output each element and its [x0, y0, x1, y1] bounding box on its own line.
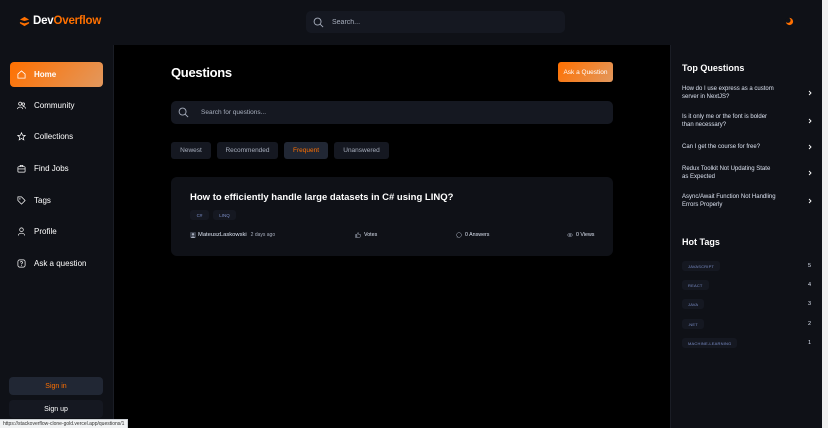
- users-icon: [17, 101, 26, 110]
- hot-tag-count: 2: [807, 321, 811, 327]
- chevron-right-icon: [808, 118, 812, 124]
- hot-tag-count: 3: [807, 301, 811, 307]
- filter-newest[interactable]: Newest: [171, 142, 211, 159]
- hot-tag-name: JAVA: [682, 299, 705, 309]
- ask-question-button[interactable]: Ask a Question: [558, 62, 613, 82]
- hot-tag-name: REACT: [682, 280, 709, 290]
- filter-frequent[interactable]: Frequent: [284, 142, 328, 159]
- right-sidebar: Top Questions How do I use express as a …: [670, 45, 822, 428]
- sign-in-button[interactable]: Sign in: [9, 377, 103, 395]
- hot-tag-item[interactable]: JAVA 3: [682, 299, 811, 309]
- views-metric: 0 Views: [567, 232, 594, 238]
- sidebar-item-label: Ask a question: [34, 259, 87, 268]
- question-title[interactable]: How to efficiently handle large datasets…: [190, 192, 453, 203]
- top-question-item[interactable]: Is it only me or the font is bolder than…: [682, 113, 813, 129]
- sidebar-item-label: Home: [34, 70, 57, 79]
- hot-tag-item[interactable]: MACHINE-LEARNING 1: [682, 338, 811, 348]
- page-title: Questions: [171, 65, 232, 80]
- star-icon: [17, 132, 26, 141]
- hot-tag-item[interactable]: REACT 4: [682, 280, 811, 290]
- hot-tag-item[interactable]: JAVASCRIPT 5: [682, 261, 811, 271]
- answers-label: 0 Answers: [465, 232, 490, 238]
- author-name: MateuszLaskowski: [198, 232, 247, 238]
- question-author[interactable]: MateuszLaskowski 2 days ago: [190, 232, 275, 238]
- chevron-right-icon: [808, 198, 812, 204]
- hot-tag-name: JAVASCRIPT: [682, 261, 721, 271]
- sidebar-item-label: Tags: [34, 196, 51, 205]
- sidebar-item-label: Profile: [34, 227, 57, 236]
- hot-tag-item[interactable]: .NET 2: [682, 319, 811, 329]
- main-content: Questions Ask a Question Newest Recommen…: [114, 45, 670, 428]
- sign-up-button[interactable]: Sign up: [9, 400, 103, 418]
- question-time: 2 days ago: [250, 232, 276, 238]
- sidebar-item-home[interactable]: Home: [10, 62, 103, 87]
- question-mark-icon: [17, 259, 26, 268]
- hot-tag-count: 5: [807, 263, 811, 269]
- top-question-item[interactable]: Redux Toolkit Not Updating State as Expe…: [682, 165, 813, 181]
- top-question-text: Async/Await Function Not Handling Errors…: [682, 194, 776, 208]
- filter-unanswered[interactable]: Unanswered: [334, 142, 389, 159]
- tag-icon: [17, 196, 26, 205]
- views-label: 0 Views: [576, 232, 595, 238]
- sidebar-item-label: Community: [34, 101, 75, 110]
- global-search[interactable]: [306, 11, 565, 33]
- user-icon: [17, 227, 26, 236]
- filter-recommended[interactable]: Recommended: [217, 142, 278, 159]
- vertical-scrollbar[interactable]: [822, 0, 828, 428]
- global-search-input[interactable]: [332, 18, 532, 26]
- sidebar-item-profile[interactable]: Profile: [10, 219, 103, 244]
- like-icon: [355, 232, 361, 238]
- logo-text: DevOverflow: [33, 15, 101, 27]
- logo-icon: [19, 16, 30, 26]
- top-question-item[interactable]: How do I use express as a custom server …: [682, 85, 813, 101]
- top-question-item[interactable]: Async/Await Function Not Handling Errors…: [682, 193, 813, 209]
- sidebar-item-ask-question[interactable]: Ask a question: [10, 251, 103, 276]
- chevron-right-icon: [808, 170, 812, 176]
- sidebar-item-find-jobs[interactable]: Find Jobs: [10, 156, 103, 181]
- hot-tag-name: MACHINE-LEARNING: [682, 338, 738, 348]
- sidebar-item-label: Collections: [34, 132, 74, 141]
- home-icon: [17, 70, 26, 79]
- question-tag[interactable]: LINQ: [213, 210, 236, 220]
- top-question-item[interactable]: Can I get the course for free?: [682, 143, 813, 151]
- logo-text-suffix: Overflow: [53, 15, 102, 27]
- avatar: [190, 232, 196, 238]
- sun-icon[interactable]: [785, 17, 794, 26]
- top-question-text: Can I get the course for free?: [682, 144, 761, 150]
- votes-metric: Votes: [355, 232, 377, 238]
- sidebar-item-tags[interactable]: Tags: [10, 188, 103, 213]
- sidebar-item-collections[interactable]: Collections: [10, 124, 103, 149]
- hot-tags-heading: Hot Tags: [682, 237, 720, 247]
- question-search[interactable]: [171, 101, 613, 124]
- question-card: How to efficiently handle large datasets…: [171, 177, 613, 256]
- chevron-right-icon: [808, 90, 812, 96]
- left-sidebar: Home Community Collections Find Jobs Tag…: [0, 45, 114, 428]
- logo-text-prefix: Dev: [33, 15, 54, 27]
- question-search-input[interactable]: [201, 109, 581, 116]
- votes-label: Votes: [364, 232, 378, 238]
- search-icon: [313, 17, 324, 27]
- sidebar-item-community[interactable]: Community: [10, 93, 103, 118]
- answers-metric: 0 Answers: [456, 232, 489, 238]
- logo[interactable]: DevOverflow: [19, 15, 101, 27]
- top-question-text: Redux Toolkit Not Updating State as Expe…: [682, 166, 771, 180]
- chevron-right-icon: [808, 144, 812, 150]
- top-questions-heading: Top Questions: [682, 63, 745, 73]
- top-question-text: How do I use express as a custom server …: [682, 86, 774, 100]
- question-tag[interactable]: C#: [190, 210, 209, 220]
- message-icon: [456, 232, 462, 238]
- status-bar-url: https://stackoverflow-clone-gold.vercel.…: [0, 419, 129, 428]
- sidebar-item-label: Find Jobs: [34, 164, 69, 173]
- search-icon: [178, 107, 189, 118]
- top-navbar: DevOverflow: [0, 0, 822, 45]
- top-question-text: Is it only me or the font is bolder than…: [682, 114, 768, 128]
- hot-tag-count: 1: [807, 340, 811, 346]
- hot-tag-count: 4: [807, 282, 811, 288]
- hot-tag-name: .NET: [682, 319, 704, 329]
- suitcase-icon: [17, 164, 26, 173]
- eye-icon: [567, 233, 573, 237]
